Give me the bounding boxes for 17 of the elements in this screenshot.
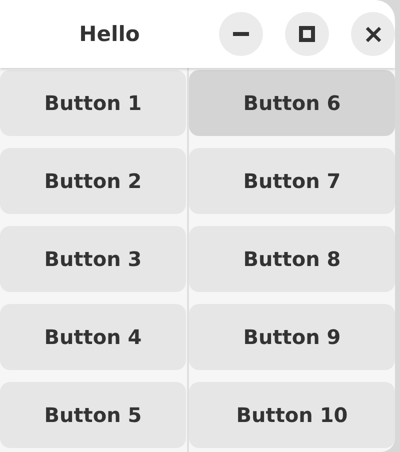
close-button[interactable]	[351, 12, 395, 56]
grid-button[interactable]: Button 1	[0, 70, 186, 136]
maximize-button[interactable]	[285, 12, 329, 56]
grid-button[interactable]: Button 7	[189, 148, 395, 214]
grid-button[interactable]: Button 5	[0, 382, 186, 448]
maximize-icon	[299, 26, 315, 42]
grid-button[interactable]: Button 9	[189, 304, 395, 370]
grid-button[interactable]: Button 3	[0, 226, 186, 292]
close-icon	[364, 26, 382, 42]
minimize-icon	[233, 32, 249, 36]
minimize-button[interactable]	[219, 12, 263, 56]
grid-button[interactable]: Button 10	[189, 382, 395, 448]
grid-button[interactable]: Button 8	[189, 226, 395, 292]
grid-button[interactable]: Button 4	[0, 304, 186, 370]
grid-button[interactable]: Button 6	[189, 70, 395, 136]
window-title: Hello	[78, 22, 141, 46]
grid-button[interactable]: Button 2	[0, 148, 186, 214]
